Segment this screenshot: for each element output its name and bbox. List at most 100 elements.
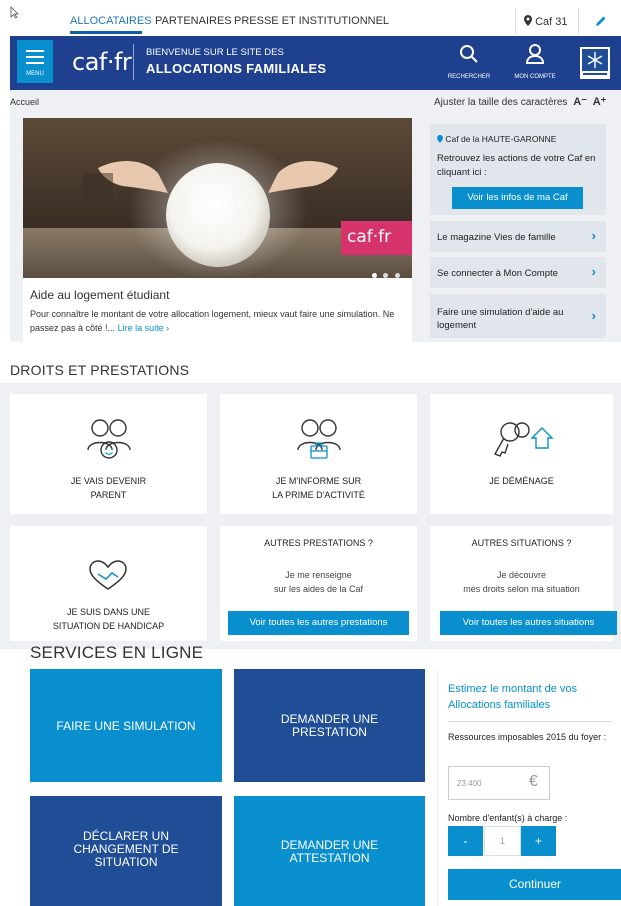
edit-button[interactable]	[578, 8, 621, 34]
hamburger-icon-bar	[26, 62, 44, 64]
chevron-right-icon: ›	[591, 308, 596, 323]
tile-label: FAIRE UNE SIMULATION	[30, 720, 222, 733]
children-count-input[interactable]: 1	[484, 826, 521, 856]
caf-name-text: Caf de la HAUTE-GARONNE	[445, 134, 557, 144]
caf-location-label: Caf 31	[535, 16, 568, 28]
card-label-line: JE M'INFORME SUR	[275, 476, 362, 486]
droits-title: DROITS ET PRESTATIONS	[10, 362, 190, 378]
view-caf-info-button[interactable]: Voir les infos de ma Caf	[452, 187, 583, 209]
account-button[interactable]: MON COMPTE	[508, 40, 562, 86]
chevron-right-icon: ›	[591, 264, 596, 279]
card-label-line: SITUATION DE HANDICAP	[52, 621, 165, 631]
tile-label: DEMANDER UNE ATTESTATION	[234, 839, 425, 865]
side-link-magazine[interactable]: Le magazine Vies de famille ›	[430, 221, 606, 252]
tile-declarer-changement[interactable]: DÉCLARER UN CHANGEMENT DE SITUATION	[30, 796, 222, 906]
chevron-right-icon: ›	[591, 228, 596, 243]
tile-label: DEMANDER UNE PRESTATION	[234, 713, 425, 739]
card-label-line: JE VAIS DEVENIR	[70, 476, 147, 486]
nav-item-partenaires[interactable]: PARTENAIRES	[155, 15, 232, 27]
tile-label-line: FAIRE UNE SIMULATION	[56, 719, 196, 733]
logo-divider	[133, 44, 134, 80]
nav-item-presse[interactable]: PRESSE ET INSTITUTIONNEL	[234, 15, 389, 27]
children-label: Nombre d'enfant(s) à charge :	[448, 813, 568, 823]
tile-label: DÉCLARER UN CHANGEMENT DE SITUATION	[30, 830, 222, 869]
search-icon	[460, 45, 478, 63]
card-subtitle: Je me renseigne sur les aides de la Caf	[220, 568, 417, 596]
caf-badge: caf·fr	[341, 221, 412, 255]
font-decrease-button[interactable]: A⁻	[573, 96, 587, 108]
hero-title[interactable]: Aide au logement étudiant	[30, 288, 169, 302]
estimator-divider	[448, 721, 612, 722]
heart-hands-icon	[89, 560, 127, 590]
card-prime-activite[interactable]: JE M'INFORME SUR LA PRIME D'ACTIVITÉ	[220, 394, 417, 514]
side-link-label: Faire une simulation d'aide au logement	[437, 307, 564, 331]
font-size-label: Ajuster la taille des caractères	[434, 97, 568, 108]
location-pin-icon	[437, 135, 443, 143]
card-label-demenage: JE DÉMÉNAGE	[430, 474, 613, 488]
font-increase-button[interactable]: A⁺	[593, 96, 607, 108]
estimator-title: Estimez le montant de vos Allocations fa…	[448, 683, 578, 711]
tile-label-line: SITUATION	[94, 855, 158, 869]
pencil-icon	[596, 16, 606, 26]
snowflake-icon	[587, 52, 603, 68]
card-label-line: JE DÉMÉNAGE	[489, 476, 554, 486]
page: ALLOCATAIRES PARTENAIRES PRESSE ET INSTI…	[0, 0, 621, 906]
search-button[interactable]: RECHERCHER	[446, 40, 492, 86]
nav-item-allocataires[interactable]: ALLOCATAIRES	[70, 15, 152, 27]
children-increment-button[interactable]: +	[521, 826, 556, 856]
card-subtitle-line: Je me renseigne	[285, 570, 352, 580]
card-subtitle-line: Je découvre	[496, 570, 547, 580]
caf-badge-text: caf·fr	[347, 227, 392, 247]
services-title: SERVICES EN LIGNE	[30, 643, 204, 662]
search-label: RECHERCHER	[447, 74, 491, 80]
menu-label: MENU	[26, 71, 44, 77]
side-link-mon-compte[interactable]: Se connecter à Mon Compte ›	[430, 257, 606, 288]
card-demenage[interactable]: JE DÉMÉNAGE	[430, 394, 613, 514]
caf-box-text: Retrouvez les actions de votre Caf en cl…	[437, 153, 596, 178]
card-handicap[interactable]: JE SUIS DANS UNE SITUATION DE HANDICAP	[10, 526, 207, 641]
card-label-line: LA PRIME D'ACTIVITÉ	[272, 490, 365, 500]
tile-faire-simulation[interactable]: FAIRE UNE SIMULATION	[30, 669, 222, 782]
side-link-simulation[interactable]: Faire une simulation d'aide au logement …	[430, 294, 606, 338]
read-more-link[interactable]: Lire la suite ›	[118, 323, 170, 333]
card-title: AUTRES PRESTATIONS ?	[264, 538, 373, 548]
welcome-line-2: ALLOCATIONS FAMILIALES	[146, 61, 327, 76]
mouse-cursor-icon	[10, 6, 19, 22]
card-subtitle: Je découvre mes droits selon ma situatio…	[430, 568, 613, 596]
caf-name: Caf de la HAUTE-GARONNE	[437, 134, 556, 144]
breadcrumb[interactable]: Accueil	[10, 97, 39, 107]
resources-input[interactable]: 23 400 €	[448, 766, 550, 800]
see-all-situations-button[interactable]: Voir toutes les autres situations	[440, 611, 617, 635]
tile-demander-prestation[interactable]: DEMANDER UNE PRESTATION	[234, 669, 425, 782]
welcome-line-1: BIENVENUE SUR LE SITE DES	[146, 47, 284, 58]
see-all-prestations-button[interactable]: Voir toutes les autres prestations	[228, 611, 409, 635]
card-autres-prestations: AUTRES PRESTATIONS ? Je me renseigne sur…	[220, 526, 417, 641]
children-decrement-button[interactable]: -	[448, 826, 483, 856]
carousel-dots	[372, 265, 400, 278]
keys-house-icon	[493, 422, 554, 457]
parents-briefcase-icon	[297, 419, 341, 459]
location-pin-icon	[524, 15, 532, 26]
caf-info-box: Caf de la HAUTE-GARONNE Retrouvez les ac…	[430, 124, 606, 215]
card-autres-situations: AUTRES SITUATIONS ? Je découvre mes droi…	[430, 526, 617, 641]
hero-carousel[interactable]: caf·fr	[23, 118, 412, 278]
resources-label: Ressources imposables 2015 du foyer :	[448, 732, 607, 742]
side-link-label: Se connecter à Mon Compte	[437, 268, 558, 279]
allocation-estimator: Estimez le montant de vos Allocations fa…	[437, 669, 621, 906]
hero-text: Pour connaître le montant de votre alloc…	[30, 307, 405, 335]
continue-button[interactable]: Continuer	[448, 869, 621, 900]
user-icon	[525, 44, 545, 64]
tile-demander-attestation[interactable]: DEMANDER UNE ATTESTATION	[234, 796, 425, 906]
caf-location-button[interactable]: Caf 31	[515, 8, 577, 34]
euro-icon: €	[529, 773, 538, 790]
card-devenir-parent[interactable]: JE VAIS DEVENIR PARENT	[10, 394, 207, 514]
menu-button[interactable]: MENU	[17, 40, 53, 83]
hero-description: Pour connaître le montant de votre alloc…	[30, 309, 395, 333]
caf-logo[interactable]: caf·fr	[72, 48, 132, 76]
active-nav-indicator	[70, 31, 142, 34]
tile-label-line: ATTESTATION	[289, 851, 370, 865]
ministry-logo-text	[583, 73, 607, 75]
card-label-line: JE SUIS DANS UNE	[66, 607, 151, 617]
parents-baby-icon	[87, 419, 131, 459]
tile-label-line: PRESTATION	[292, 725, 367, 739]
